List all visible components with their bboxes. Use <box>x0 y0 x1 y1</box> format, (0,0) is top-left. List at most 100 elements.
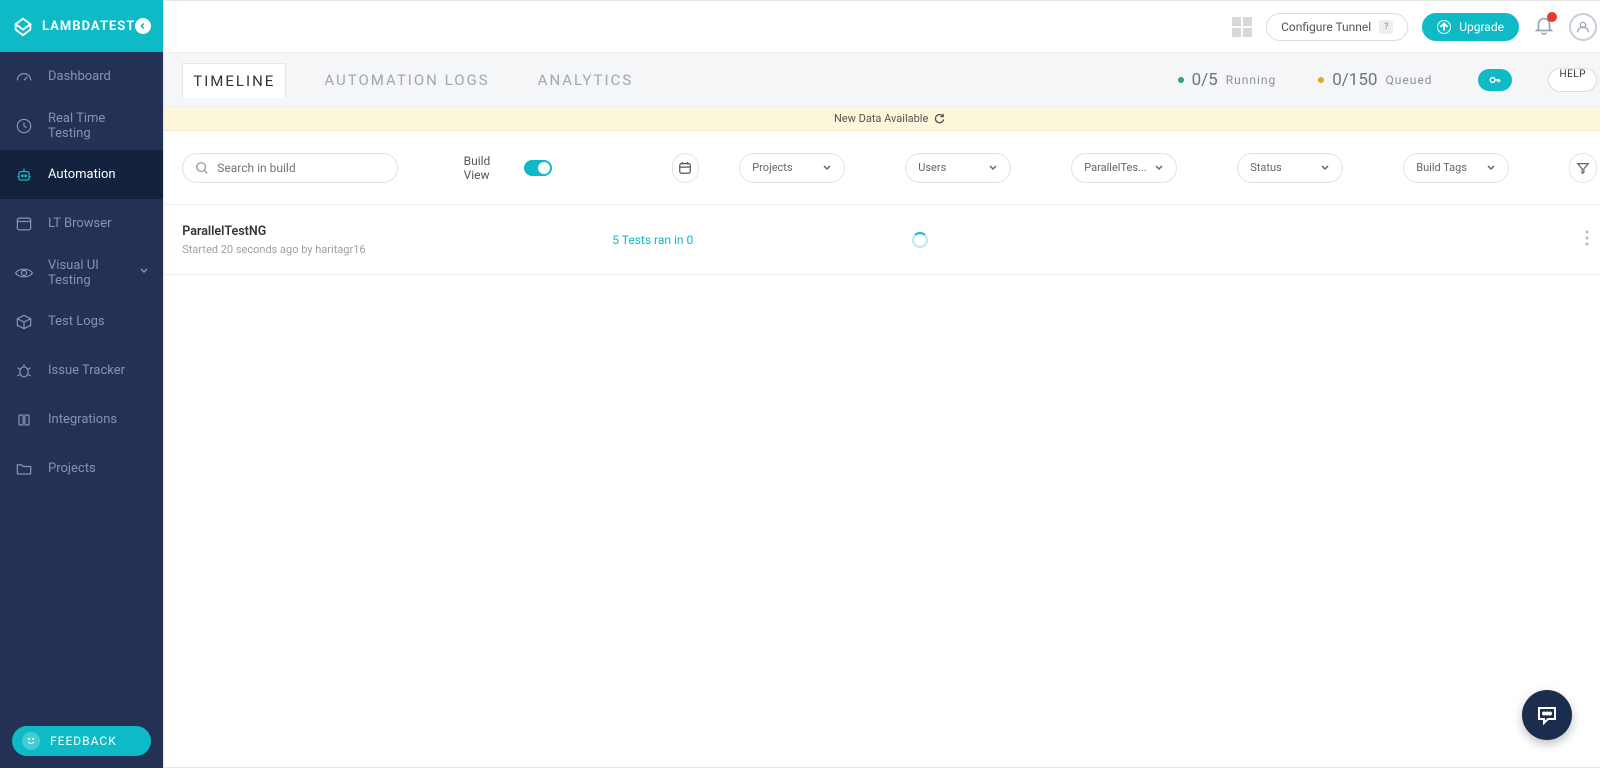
user-avatar[interactable] <box>1569 13 1597 41</box>
access-key-toggle[interactable] <box>1478 69 1512 91</box>
clock-icon <box>14 116 34 136</box>
upgrade-button[interactable]: Upgrade <box>1422 13 1519 41</box>
tab-timeline[interactable]: TIMELINE <box>182 63 286 98</box>
upgrade-label: Upgrade <box>1459 20 1504 34</box>
users-dropdown[interactable]: Users <box>905 153 1011 183</box>
refresh-icon <box>934 113 945 124</box>
topbar: Configure Tunnel ? Upgrade <box>164 1 1600 53</box>
browser-icon <box>14 214 34 234</box>
notifications-button[interactable] <box>1533 14 1555 40</box>
feedback-label: FEEDBACK <box>50 734 117 748</box>
sidebar-item-label: Integrations <box>48 412 117 427</box>
main: Configure Tunnel ? Upgrade TIMELINE AUTO… <box>163 0 1600 768</box>
chevron-left-icon <box>139 22 147 30</box>
logo[interactable]: LAMBDATEST <box>12 15 135 37</box>
build-view-toggle-group: Build View <box>464 154 552 182</box>
folder-icon <box>14 459 34 479</box>
queued-status: 0/150 Queued <box>1318 70 1432 90</box>
loading-spinner-icon <box>912 232 928 248</box>
users-label: Users <box>918 161 946 174</box>
parallel-tests-dropdown[interactable]: ParallelTes... <box>1071 153 1177 183</box>
sidebar-collapse-button[interactable] <box>135 18 151 34</box>
box-icon <box>14 312 34 332</box>
running-count: 0/5 <box>1192 70 1218 90</box>
sidebar-header: LAMBDATEST <box>0 0 163 52</box>
sidebar-item-projects[interactable]: Projects <box>0 444 163 493</box>
sidebar-item-label: Issue Tracker <box>48 363 125 378</box>
tab-analytics[interactable]: ANALYTICS <box>528 63 644 97</box>
bug-icon <box>14 361 34 381</box>
sidebar-item-label: Test Logs <box>48 314 105 329</box>
projects-label: Projects <box>752 161 792 174</box>
sidebar-item-label: Dashboard <box>48 69 111 84</box>
sidebar-item-realtime-testing[interactable]: Real Time Testing <box>0 101 163 150</box>
configure-tunnel-label: Configure Tunnel <box>1281 20 1371 34</box>
configure-tunnel-button[interactable]: Configure Tunnel ? <box>1266 13 1408 41</box>
tab-automation-logs[interactable]: AUTOMATION LOGS <box>314 63 499 97</box>
sidebar-item-integrations[interactable]: Integrations <box>0 395 163 444</box>
sidebar-item-label: Projects <box>48 461 96 476</box>
key-icon <box>1487 72 1503 88</box>
sidebar-item-label: LT Browser <box>48 216 112 231</box>
filter-button[interactable] <box>1569 153 1597 183</box>
parallel-tests-label: ParallelTes... <box>1084 161 1146 174</box>
arrow-up-icon <box>1437 20 1451 34</box>
build-view-label: Build View <box>464 154 515 182</box>
build-name: ParallelTestNG <box>182 224 612 239</box>
status-dropdown[interactable]: Status <box>1237 153 1343 183</box>
brand-name: LAMBDATEST <box>42 19 135 34</box>
new-data-banner[interactable]: New Data Available <box>164 107 1600 131</box>
plug-icon <box>14 410 34 430</box>
sidebar-item-label: Real Time Testing <box>48 111 149 141</box>
sidebar-nav: Dashboard Real Time Testing Automation L… <box>0 52 163 714</box>
queued-label: Queued <box>1385 73 1432 87</box>
chevron-down-icon <box>139 265 149 280</box>
chevron-down-icon <box>988 163 998 173</box>
eye-icon <box>14 263 34 283</box>
projects-dropdown[interactable]: Projects <box>739 153 845 183</box>
chevron-down-icon <box>1154 163 1164 173</box>
search-build[interactable] <box>182 153 397 183</box>
status-dot-running-icon <box>1178 77 1184 83</box>
help-icon: ? <box>1379 20 1393 34</box>
sidebar-item-test-logs[interactable]: Test Logs <box>0 297 163 346</box>
notification-badge <box>1547 12 1557 22</box>
build-row[interactable]: ParallelTestNG Started 20 seconds ago by… <box>164 205 1600 275</box>
smile-icon <box>22 732 40 750</box>
date-picker-button[interactable] <box>672 153 700 183</box>
robot-icon <box>14 165 34 185</box>
build-info: ParallelTestNG Started 20 seconds ago by… <box>182 224 612 256</box>
build-view-switch[interactable] <box>524 160 551 176</box>
tabbar: TIMELINE AUTOMATION LOGS ANALYTICS 0/5 R… <box>164 53 1600 107</box>
feedback-button[interactable]: FEEDBACK <box>12 726 151 756</box>
chevron-down-icon <box>822 163 832 173</box>
chevron-down-icon <box>1320 163 1330 173</box>
filterbar: Build View Projects Users ParallelTes...… <box>164 131 1600 205</box>
chat-icon <box>1535 703 1559 727</box>
search-icon <box>195 161 209 175</box>
logo-icon <box>12 15 34 37</box>
sidebar-item-issue-tracker[interactable]: Issue Tracker <box>0 346 163 395</box>
calendar-icon <box>678 161 692 175</box>
sidebar: LAMBDATEST Dashboard Real Time Testing A… <box>0 0 163 768</box>
sidebar-item-label: Automation <box>48 167 116 182</box>
build-tests-summary: 5 Tests ran in 0 <box>612 233 912 247</box>
search-input[interactable] <box>217 161 384 175</box>
chat-fab[interactable] <box>1522 690 1572 740</box>
apps-grid-icon[interactable] <box>1232 17 1252 37</box>
chevron-down-icon <box>1486 163 1496 173</box>
help-button[interactable]: HELP <box>1548 68 1597 92</box>
sidebar-item-label: Visual UI Testing <box>48 258 125 288</box>
sidebar-item-lt-browser[interactable]: LT Browser <box>0 199 163 248</box>
build-tags-dropdown[interactable]: Build Tags <box>1403 153 1509 183</box>
build-meta: Started 20 seconds ago by haritagr16 <box>182 243 612 256</box>
sidebar-item-automation[interactable]: Automation <box>0 150 163 199</box>
banner-text: New Data Available <box>834 112 928 125</box>
sidebar-item-visual-ui-testing[interactable]: Visual UI Testing <box>0 248 163 297</box>
build-row-menu[interactable] <box>1577 230 1597 250</box>
user-icon <box>1575 19 1591 35</box>
sidebar-item-dashboard[interactable]: Dashboard <box>0 52 163 101</box>
more-vertical-icon <box>1585 230 1589 246</box>
gauge-icon <box>14 67 34 87</box>
running-status: 0/5 Running <box>1178 70 1277 90</box>
